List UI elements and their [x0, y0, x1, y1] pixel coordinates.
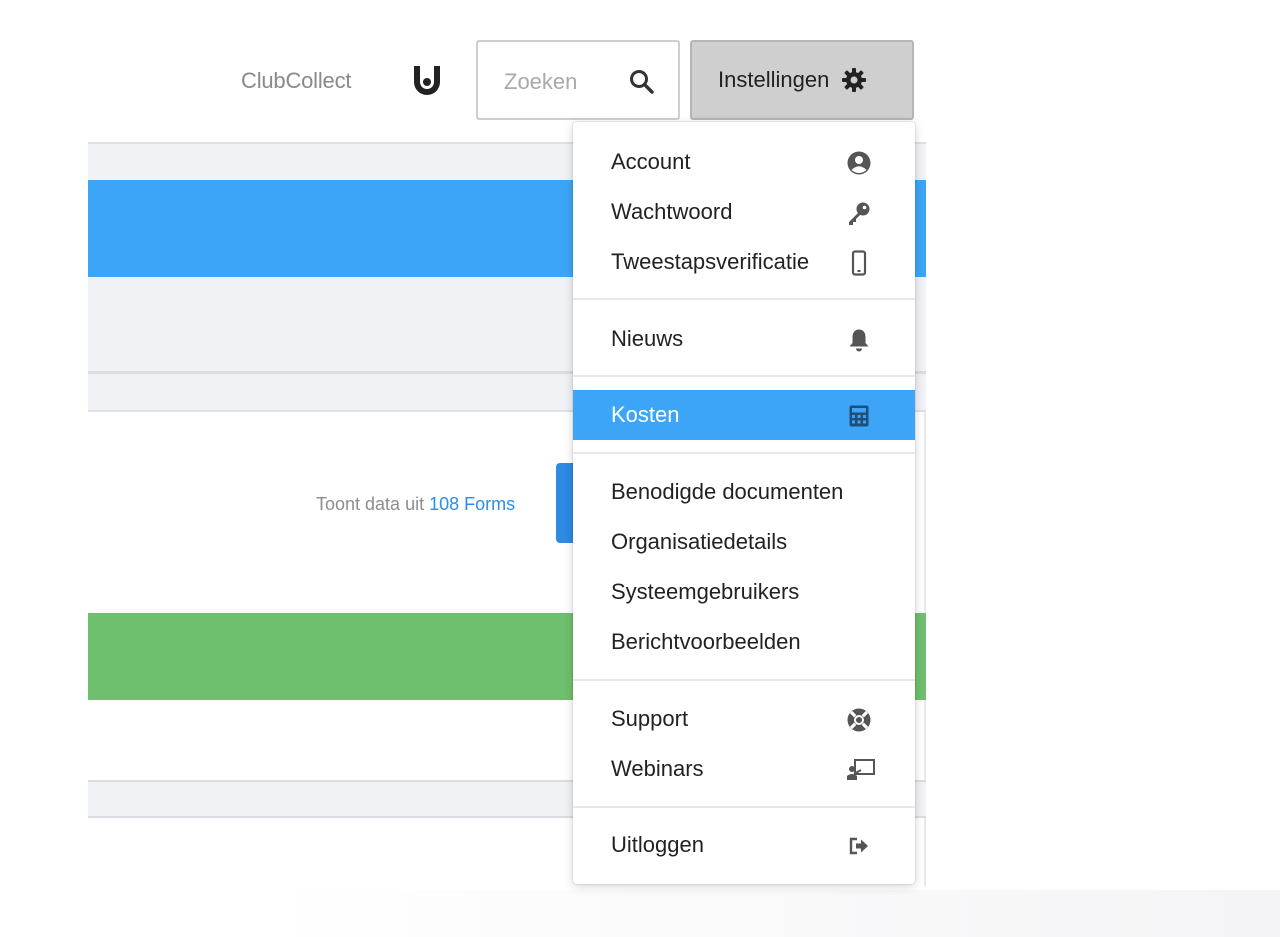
menu-item-label: Tweestapsverificatie [611, 249, 810, 274]
page-footer-fade [260, 890, 1280, 937]
menu-item-uitloggen[interactable]: Uitloggen [573, 820, 915, 870]
mobile-phone-icon [846, 250, 872, 276]
search-icon[interactable] [628, 68, 656, 96]
menu-item-label: Wachtwoord [611, 199, 733, 224]
menu-item-label: Uitloggen [611, 832, 704, 857]
settings-dropdown-menu: Account Wachtwoord Tweestapsverificatie [573, 122, 915, 884]
menu-item-label: Nieuws [611, 326, 684, 351]
menu-divider [573, 679, 915, 681]
life-ring-icon [846, 707, 872, 733]
presentation-icon [846, 757, 875, 783]
gear-icon [841, 67, 867, 93]
menu-item-webinars[interactable]: Webinars [573, 744, 915, 794]
key-icon [846, 200, 872, 226]
menu-item-tweestapsverificatie[interactable]: Tweestapsverificatie [573, 237, 915, 287]
user-circle-icon [846, 150, 872, 176]
settings-button-label: Instellingen [718, 67, 830, 92]
settings-button[interactable]: Instellingen [690, 40, 914, 120]
menu-divider [573, 298, 915, 300]
menu-item-support[interactable]: Support [573, 694, 915, 744]
menu-item-berichtvoorbeelden[interactable]: Berichtvoorbeelden [573, 617, 915, 667]
menu-item-label: Account [611, 149, 691, 174]
menu-item-nieuws[interactable]: Nieuws [573, 314, 915, 364]
menu-item-label: Berichtvoorbeelden [611, 629, 801, 654]
calculator-icon [846, 403, 872, 429]
data-source-info: Toont data uit 108 Forms [316, 494, 515, 515]
menu-item-systeemgebruikers[interactable]: Systeemgebruikers [573, 567, 915, 617]
menu-item-account[interactable]: Account [573, 137, 915, 187]
menu-item-label: Kosten [611, 402, 680, 427]
menu-divider [573, 375, 915, 377]
menu-item-wachtwoord[interactable]: Wachtwoord [573, 187, 915, 237]
search-box[interactable] [476, 40, 680, 120]
menu-divider [573, 806, 915, 808]
brand-name[interactable]: ClubCollect [241, 68, 351, 94]
search-input[interactable] [504, 68, 614, 96]
forms-link[interactable]: 108 Forms [429, 494, 515, 514]
menu-item-organisatiedetails[interactable]: Organisatiedetails [573, 517, 915, 567]
menu-item-label: Systeemgebruikers [611, 579, 800, 604]
menu-item-benodigde-documenten[interactable]: Benodigde documenten [573, 467, 915, 517]
menu-item-kosten[interactable]: Kosten [573, 390, 915, 440]
bell-icon [846, 327, 872, 353]
menu-item-label: Support [611, 706, 689, 731]
menu-divider [573, 452, 915, 454]
menu-item-label: Benodigde documenten [611, 479, 844, 504]
menu-item-label: Organisatiedetails [611, 529, 788, 554]
menu-item-label: Webinars [611, 756, 704, 781]
data-source-prefix: Toont data uit [316, 494, 425, 514]
sign-out-icon [846, 833, 872, 859]
clubcollect-logo-icon[interactable] [410, 62, 444, 98]
